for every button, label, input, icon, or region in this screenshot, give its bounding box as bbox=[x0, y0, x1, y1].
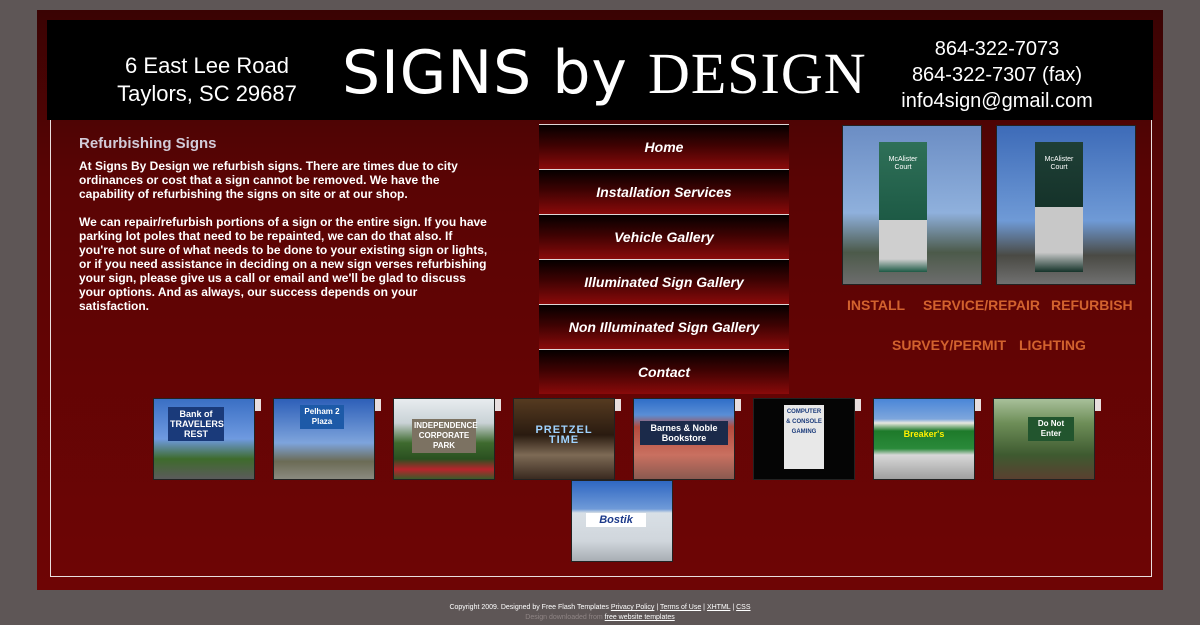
pylon-label: McAlister Court bbox=[888, 156, 918, 171]
thumbnail-9[interactable]: Bostik bbox=[571, 480, 673, 562]
thumbnail-caption: INDEPENDENCE CORPORATE PARK bbox=[412, 419, 478, 453]
thumbnail-3[interactable]: INDEPENDENCE CORPORATE PARK bbox=[393, 398, 495, 480]
address-line-2: Taylors, SC 29687 bbox=[117, 81, 297, 106]
thumb-notch bbox=[255, 399, 261, 411]
phone-number: 864-322-7073 bbox=[934, 38, 1060, 60]
link-lighting[interactable]: LIGHTING bbox=[1019, 337, 1086, 353]
thumb-notch bbox=[975, 399, 981, 411]
thumb-notch bbox=[855, 399, 861, 411]
page-title: Refurbishing Signs bbox=[79, 135, 217, 152]
thumbnail-caption: Pelham 2 Plaza bbox=[300, 405, 344, 429]
thumbnail-caption: Bostik bbox=[586, 513, 646, 527]
header: 6 East Lee Road Taylors, SC 29687 SIGNS … bbox=[47, 20, 1153, 120]
thumb-notch bbox=[1095, 399, 1101, 411]
thumbnail-6[interactable]: COMPUTER & CONSOLE GAMING bbox=[753, 398, 855, 480]
thumbnail-caption: COMPUTER & CONSOLE GAMING bbox=[784, 405, 824, 469]
contact-info: 864-322-7073 864-322-7307 (fax) info4sig… bbox=[882, 36, 1112, 114]
thumbnail-caption: Do Not Enter bbox=[1028, 417, 1074, 441]
footer: Copyright 2009. Designed by Free Flash T… bbox=[449, 604, 751, 621]
thumb-notch bbox=[495, 399, 501, 411]
nav-non-illuminated-sign-gallery[interactable]: Non Illuminated Sign Gallery bbox=[539, 304, 789, 349]
thumbnail-7[interactable]: Breaker's bbox=[873, 398, 975, 480]
footer-downloaded: Design downloaded from bbox=[525, 614, 603, 621]
thumbnail-1[interactable]: Bank of TRAVELERS REST bbox=[153, 398, 255, 480]
nav-vehicle-gallery[interactable]: Vehicle Gallery bbox=[539, 214, 789, 259]
pylon-label: McAlister Court bbox=[1044, 156, 1074, 171]
address: 6 East Lee Road Taylors, SC 29687 bbox=[97, 52, 317, 108]
content-paragraph-1: At Signs By Design we refurbish signs. T… bbox=[79, 159, 458, 201]
nav-contact[interactable]: Contact bbox=[539, 349, 789, 394]
email-address[interactable]: info4sign@gmail.com bbox=[882, 88, 1112, 114]
thumbnail-4[interactable]: PRETZEL TIME bbox=[513, 398, 615, 480]
logo-part-1: SIGNS by bbox=[342, 38, 648, 108]
link-refurbish[interactable]: REFURBISH bbox=[1051, 297, 1133, 313]
link-survey-permit[interactable]: SURVEY/PERMIT bbox=[892, 337, 1006, 353]
link-install[interactable]: INSTALL bbox=[847, 297, 905, 313]
link-service-repair[interactable]: SERVICE/REPAIR bbox=[923, 297, 1040, 313]
nav-installation-services[interactable]: Installation Services bbox=[539, 169, 789, 214]
footer-copyright: Copyright 2009. Designed by Free Flash T… bbox=[449, 604, 609, 611]
site-logo[interactable]: SIGNS by DESIGN bbox=[342, 38, 866, 108]
thumbnail-caption: Breaker's bbox=[903, 429, 945, 439]
address-line-1: 6 East Lee Road bbox=[125, 53, 289, 78]
footer-css-link[interactable]: CSS bbox=[736, 604, 750, 611]
thumbnail-8[interactable]: Do Not Enter bbox=[993, 398, 1095, 480]
logo-part-2: DESIGN bbox=[647, 41, 867, 106]
main-content: Refurbishing Signs At Signs By Design we… bbox=[79, 135, 489, 327]
thumbnail-caption: Bank of TRAVELERS REST bbox=[168, 407, 224, 441]
nav-home[interactable]: Home bbox=[539, 124, 789, 169]
footer-privacy-link[interactable]: Privacy Policy bbox=[611, 604, 655, 611]
pylon-sign: McAlister Court bbox=[1035, 142, 1083, 272]
footer-xhtml-link[interactable]: XHTML bbox=[707, 604, 730, 611]
nav-illuminated-sign-gallery[interactable]: Illuminated Sign Gallery bbox=[539, 259, 789, 304]
footer-templates-link[interactable]: free website templates bbox=[605, 614, 675, 621]
thumbnail-caption: PRETZEL TIME bbox=[535, 424, 593, 446]
pylon-sign: McAlister Court bbox=[879, 142, 927, 272]
thumb-notch bbox=[615, 399, 621, 411]
footer-terms-link[interactable]: Terms of Use bbox=[660, 604, 701, 611]
side-image-2[interactable]: McAlister Court bbox=[996, 125, 1136, 285]
main-nav: Home Installation Services Vehicle Galle… bbox=[539, 124, 789, 394]
side-image-1[interactable]: McAlister Court bbox=[842, 125, 982, 285]
fax-number: 864-322-7307 (fax) bbox=[911, 64, 1083, 86]
thumb-notch bbox=[375, 399, 381, 411]
content-paragraph-2: We can repair/refurbish portions of a si… bbox=[79, 215, 488, 313]
thumbnail-caption: Barnes & Noble Bookstore bbox=[640, 421, 728, 445]
thumbnail-2[interactable]: Pelham 2 Plaza bbox=[273, 398, 375, 480]
thumb-notch bbox=[735, 399, 741, 411]
page-frame: 6 East Lee Road Taylors, SC 29687 SIGNS … bbox=[37, 10, 1163, 590]
thumbnail-5[interactable]: Barnes & Noble Bookstore bbox=[633, 398, 735, 480]
